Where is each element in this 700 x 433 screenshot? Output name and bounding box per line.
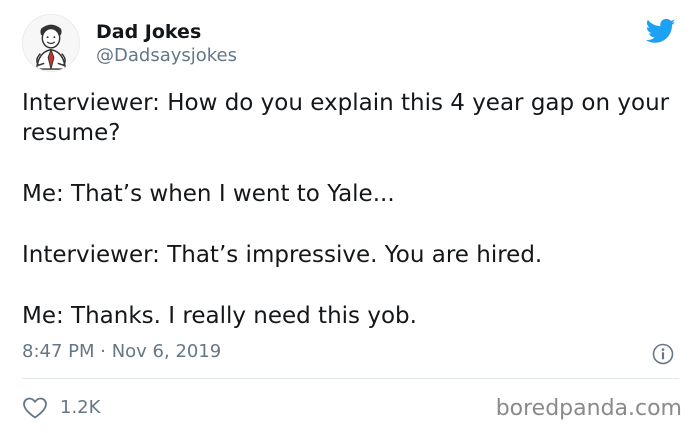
tweet-text: Interviewer: How do you explain this 4 y… bbox=[22, 88, 682, 331]
cartoon-dad-avatar-icon bbox=[23, 15, 79, 71]
tweet-timestamp[interactable]: 8:47 PM · Nov 6, 2019 bbox=[22, 340, 221, 364]
tweet-line: Interviewer: How do you explain this 4 y… bbox=[22, 90, 670, 146]
twitter-bird-icon[interactable] bbox=[643, 16, 679, 46]
watermark: boredpanda.com bbox=[495, 396, 682, 421]
tweet-line: Me: Thanks. I really need this yob. bbox=[22, 303, 417, 329]
author-handle[interactable]: @Dadsaysjokes bbox=[96, 45, 237, 67]
avatar[interactable] bbox=[22, 14, 80, 72]
heart-icon[interactable] bbox=[22, 396, 48, 420]
info-icon[interactable] bbox=[652, 343, 674, 365]
tweet-line: Interviewer: That’s impressive. You are … bbox=[22, 242, 543, 268]
author-display-name[interactable]: Dad Jokes bbox=[96, 20, 201, 44]
tweet-line: Me: That’s when I went to Yale... bbox=[22, 181, 395, 207]
divider bbox=[22, 378, 679, 379]
like-count[interactable]: 1.2K bbox=[60, 396, 100, 420]
